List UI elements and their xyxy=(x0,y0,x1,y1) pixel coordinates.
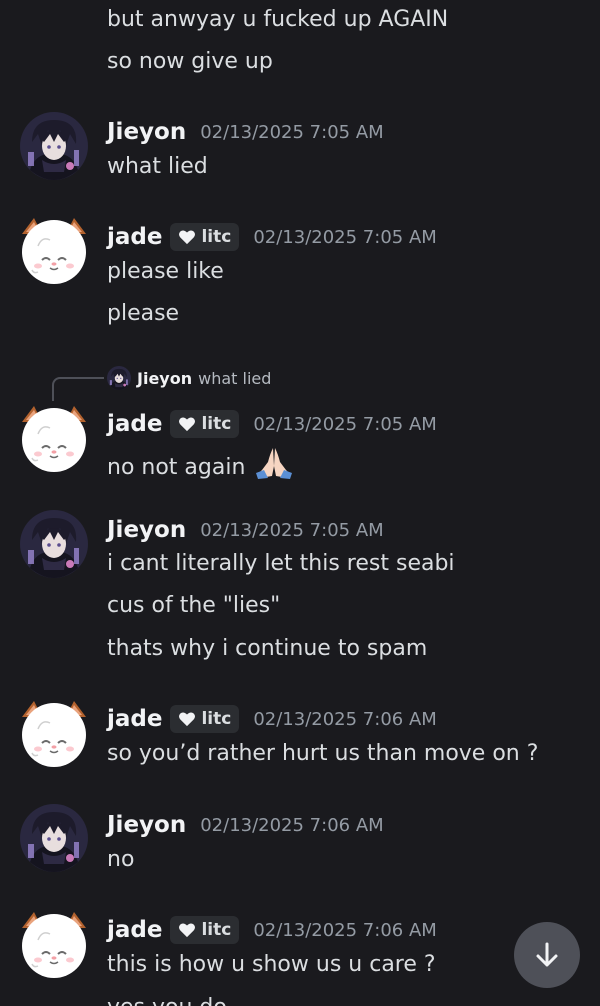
guild-tag-label: litc xyxy=(201,920,232,940)
timestamp: 02/13/2025 7:06 AM xyxy=(200,814,384,836)
username[interactable]: jade xyxy=(107,224,162,250)
username[interactable]: Jieyon xyxy=(107,119,186,145)
timestamp: 02/13/2025 7:05 AM xyxy=(200,121,384,143)
message-header: jade litc 02/13/2025 7:05 AM xyxy=(107,222,437,252)
guild-tag[interactable]: litc xyxy=(170,705,240,733)
message-line: yes you do xyxy=(107,994,227,1006)
avatar[interactable] xyxy=(20,510,88,578)
heart-icon xyxy=(178,922,196,938)
username[interactable]: jade xyxy=(107,411,162,437)
heart-icon xyxy=(178,416,196,432)
reply-author: Jieyon xyxy=(137,368,193,388)
jump-to-present-button[interactable] xyxy=(514,922,580,988)
avatar[interactable] xyxy=(20,216,88,284)
guild-tag[interactable]: litc xyxy=(170,223,240,251)
message-header: jade litc 02/13/2025 7:06 AM xyxy=(107,915,437,945)
guild-tag-label: litc xyxy=(201,414,232,434)
message-line: so you’d rather hurt us than move on ? xyxy=(107,741,539,766)
message-header: jade litc 02/13/2025 7:06 AM xyxy=(107,704,437,734)
message-line: this is how u show us u care ? xyxy=(107,952,436,977)
username[interactable]: jade xyxy=(107,706,162,732)
guild-tag[interactable]: litc xyxy=(170,410,240,438)
message-text: no not again xyxy=(107,455,246,480)
message-header: jade litc 02/13/2025 7:05 AM xyxy=(107,409,437,439)
heart-icon xyxy=(178,711,196,727)
reply-preview[interactable]: Jieyon what lied xyxy=(107,366,271,390)
avatar[interactable] xyxy=(20,804,88,872)
message-line: please xyxy=(107,301,180,326)
timestamp: 02/13/2025 7:05 AM xyxy=(200,519,384,541)
reply-avatar xyxy=(107,366,131,390)
message-list[interactable]: but anwyay u fucked up AGAIN so now give… xyxy=(0,0,600,1006)
avatar[interactable] xyxy=(20,910,88,978)
timestamp: 02/13/2025 7:06 AM xyxy=(253,919,437,941)
guild-tag[interactable]: litc xyxy=(170,916,240,944)
username[interactable]: Jieyon xyxy=(107,517,186,543)
guild-tag-label: litc xyxy=(201,709,232,729)
reply-text: what lied xyxy=(198,368,272,388)
avatar[interactable] xyxy=(20,112,88,180)
timestamp: 02/13/2025 7:05 AM xyxy=(253,413,437,435)
avatar[interactable] xyxy=(20,404,88,472)
message-line: thats why i continue to spam xyxy=(107,636,428,661)
message-header: Jieyon 02/13/2025 7:05 AM xyxy=(107,117,384,147)
message-line: so now give up xyxy=(107,49,273,74)
message-line: cus of the "lies" xyxy=(107,593,281,618)
username[interactable]: jade xyxy=(107,917,162,943)
reply-connector xyxy=(52,377,104,401)
message-header: Jieyon 02/13/2025 7:05 AM xyxy=(107,515,384,545)
timestamp: 02/13/2025 7:06 AM xyxy=(253,708,437,730)
timestamp: 02/13/2025 7:05 AM xyxy=(253,226,437,248)
message-line: but anwyay u fucked up AGAIN xyxy=(107,7,449,32)
message-line: i cant literally let this rest seabi xyxy=(107,551,455,576)
message-line: please like xyxy=(107,259,224,284)
message-line: no not again xyxy=(107,446,294,482)
avatar[interactable] xyxy=(20,699,88,767)
message-line: no xyxy=(107,847,135,872)
message-header: Jieyon 02/13/2025 7:06 AM xyxy=(107,810,384,840)
folded-hands-icon xyxy=(256,448,293,479)
arrow-down-icon xyxy=(536,942,558,967)
heart-icon xyxy=(178,229,196,245)
message-line: what lied xyxy=(107,154,208,179)
guild-tag-label: litc xyxy=(201,227,232,247)
username[interactable]: Jieyon xyxy=(107,812,186,838)
